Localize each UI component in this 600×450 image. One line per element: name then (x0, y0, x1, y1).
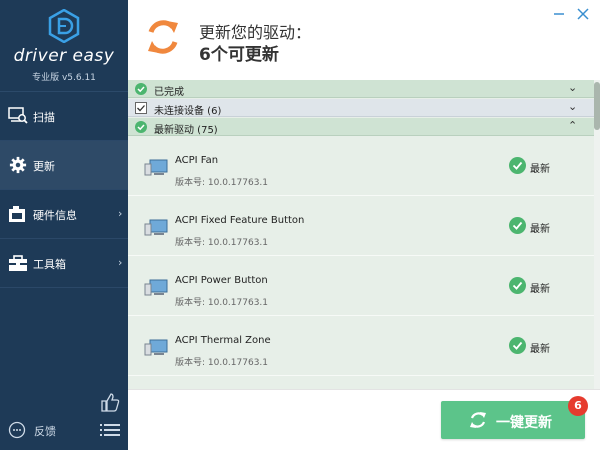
device-icon (144, 339, 168, 356)
update-count-badge: 6 (568, 396, 588, 416)
chevron-up-icon: ⌃ (568, 119, 578, 132)
device-icon (144, 279, 168, 296)
feedback-label[interactable]: 反馈 (34, 423, 56, 439)
toolbox-icon (9, 255, 27, 271)
feedback-icon[interactable] (8, 421, 26, 439)
driver-list-panel: 已完成 ⌄ 未连接设备 (6) ⌄ 最新驱动 (75) ⌃ ACPI Fan 版… (128, 80, 600, 389)
driver-version: 版本号: 10.0.17763.1 (175, 238, 269, 248)
check-circle-icon (509, 277, 526, 294)
check-circle-icon (135, 83, 147, 95)
driver-row[interactable]: ACPI Thermal Zone 版本号: 10.0.17763.1 最新 (128, 317, 594, 376)
check-circle-icon (509, 157, 526, 174)
close-icon[interactable] (576, 7, 590, 21)
gear-icon (9, 156, 27, 174)
sidebar-item-label: 硬件信息 (33, 209, 77, 222)
driver-status: 最新 (530, 164, 550, 175)
check-circle-icon (135, 121, 147, 133)
driver-version: 版本号: 10.0.17763.1 (175, 358, 269, 368)
sidebar-item-update[interactable]: 更新 (0, 141, 128, 190)
driver-name: ACPI Power Button (175, 275, 268, 286)
update-all-label: 一键更新 (496, 415, 552, 431)
sidebar-item-hardware-info[interactable]: 硬件信息 › (0, 190, 128, 239)
group-completed[interactable]: 已完成 ⌄ (128, 80, 600, 98)
update-all-button[interactable]: 一键更新 (441, 401, 585, 439)
driver-row[interactable]: ACPI Power Button 版本号: 10.0.17763.1 最新 (128, 257, 594, 316)
check-circle-icon (509, 337, 526, 354)
checkbox-icon (135, 102, 147, 114)
driver-name: ACPI Fan (175, 155, 219, 166)
scrollbar[interactable] (594, 80, 600, 389)
scan-icon (8, 107, 28, 124)
driver-status: 最新 (530, 284, 550, 295)
edition-version: 专业版 v5.6.11 (32, 73, 96, 83)
logo-icon (48, 9, 80, 43)
scrollbar-thumb[interactable] (594, 82, 600, 130)
header: 更新您的驱动： 6个可更新 (128, 0, 600, 80)
sidebar: driver easy 专业版 v5.6.11 扫描 更新 硬件信息 › 工具箱… (0, 0, 128, 450)
driver-status: 最新 (530, 224, 550, 235)
check-circle-icon (509, 217, 526, 234)
refresh-icon (470, 412, 486, 428)
driver-status: 最新 (530, 344, 550, 355)
driver-name: ACPI Fixed Feature Button (175, 215, 305, 226)
header-update-count: 6个可更新 (199, 45, 279, 65)
driver-version: 版本号: 10.0.17763.1 (175, 178, 269, 188)
minimize-icon[interactable] (552, 7, 566, 21)
sidebar-item-label: 工具箱 (33, 258, 66, 271)
driver-row[interactable]: ACPI Fan 版本号: 10.0.17763.1 最新 (128, 137, 594, 196)
sidebar-bottom: 反馈 (0, 388, 128, 450)
chevron-right-icon: › (118, 256, 123, 269)
chevron-down-icon: ⌄ (568, 100, 578, 113)
sidebar-item-label: 扫描 (33, 111, 55, 124)
menu-icon[interactable] (100, 423, 120, 437)
chevron-down-icon: ⌄ (568, 81, 578, 94)
group-label: 已完成 (154, 87, 184, 98)
driver-row[interactable]: ACPI Fixed Feature Button 版本号: 10.0.1776… (128, 197, 594, 256)
logo-area: driver easy 专业版 v5.6.11 (0, 0, 128, 92)
chevron-right-icon: › (118, 207, 123, 220)
device-icon (144, 219, 168, 236)
device-icon (144, 159, 168, 176)
sidebar-item-toolbox[interactable]: 工具箱 › (0, 239, 128, 288)
refresh-icon (148, 20, 178, 54)
group-disconnected[interactable]: 未连接设备 (6) ⌄ (128, 99, 600, 117)
hardware-icon (9, 206, 25, 222)
group-label: 最新驱动 (75) (154, 125, 218, 136)
driver-version: 版本号: 10.0.17763.1 (175, 298, 269, 308)
footer: 一键更新 6 (128, 389, 600, 450)
brand-name: driver easy (13, 46, 115, 66)
sidebar-item-label: 更新 (33, 160, 55, 173)
group-label: 未连接设备 (6) (154, 106, 222, 117)
thumbs-up-icon[interactable] (100, 392, 120, 412)
group-latest[interactable]: 最新驱动 (75) ⌃ (128, 118, 600, 136)
driver-name: ACPI Thermal Zone (175, 335, 271, 346)
sidebar-item-scan[interactable]: 扫描 (0, 92, 128, 141)
